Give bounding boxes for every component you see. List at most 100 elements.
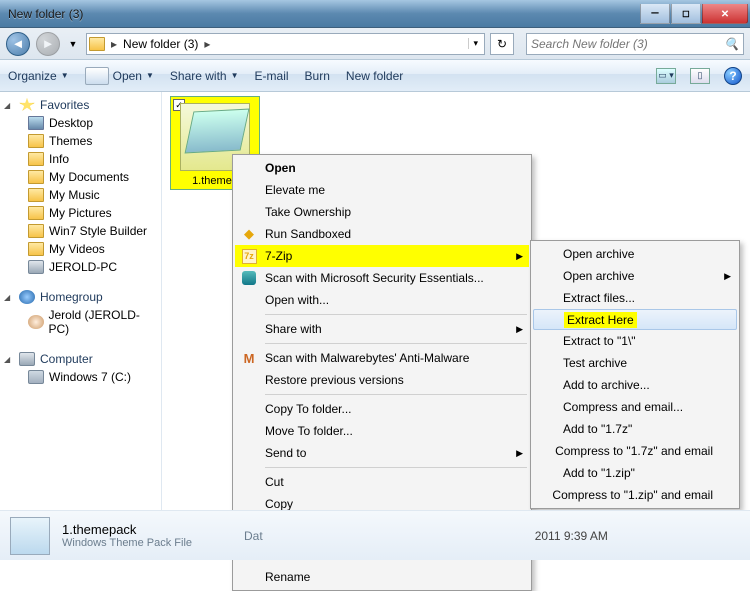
preview-pane-button[interactable]: ▯ bbox=[690, 68, 710, 84]
history-dropdown[interactable]: ▼ bbox=[66, 35, 80, 53]
menu-item[interactable]: Restore previous versions bbox=[235, 369, 529, 391]
menu-icon bbox=[237, 445, 261, 461]
folder-icon bbox=[28, 188, 44, 202]
menu-item[interactable]: Elevate me bbox=[235, 179, 529, 201]
sidebar-item-label: Themes bbox=[49, 134, 92, 148]
menu-label: Scan with Microsoft Security Essentials.… bbox=[265, 271, 484, 285]
menu-icon bbox=[237, 474, 261, 490]
menu-item[interactable]: ◆Run Sandboxed bbox=[235, 223, 529, 245]
menu-item[interactable]: Extract to "1\" bbox=[533, 330, 737, 352]
menu-item[interactable]: Compress and email... bbox=[533, 396, 737, 418]
sidebar-item[interactable]: My Documents bbox=[0, 168, 161, 186]
menu-icon: M bbox=[237, 350, 261, 366]
menu-item[interactable]: 7z7-Zip▶ bbox=[235, 245, 529, 267]
maximize-button[interactable]: ☐ bbox=[671, 4, 701, 24]
breadcrumb-sep: ▸ bbox=[109, 37, 119, 51]
sidebar-item[interactable]: My Videos bbox=[0, 240, 161, 258]
folder-icon bbox=[28, 260, 44, 274]
menu-item[interactable]: Cut bbox=[235, 471, 529, 493]
email-button[interactable]: E-mail bbox=[255, 69, 289, 83]
menu-icon bbox=[535, 290, 559, 306]
sidebar-item[interactable]: Info bbox=[0, 150, 161, 168]
sidebar-item[interactable]: Jerold (JEROLD-PC) bbox=[0, 306, 161, 338]
menu-label: Copy bbox=[265, 497, 293, 511]
sidebar-homegroup[interactable]: ◢Homegroup bbox=[0, 288, 161, 306]
folder-icon bbox=[28, 116, 44, 130]
sidebar-item-label: My Videos bbox=[49, 242, 105, 256]
menu-item[interactable]: Open bbox=[235, 157, 529, 179]
command-bar: Organize ▼ Open ▼ Share with ▼ E-mail Bu… bbox=[0, 60, 750, 92]
submenu-arrow-icon: ▶ bbox=[516, 251, 523, 262]
details-thumbnail bbox=[10, 517, 50, 555]
menu-item[interactable]: Rename bbox=[235, 566, 529, 588]
menu-label: Compress to "1.zip" and email bbox=[552, 488, 713, 502]
menu-icon bbox=[237, 292, 261, 308]
burn-button[interactable]: Burn bbox=[305, 69, 330, 83]
menu-item[interactable]: Move To folder... bbox=[235, 420, 529, 442]
view-button[interactable]: ▭ ▾ bbox=[656, 68, 676, 84]
menu-item[interactable]: Open archive▶ bbox=[533, 265, 737, 287]
menu-item[interactable]: Extract files... bbox=[533, 287, 737, 309]
sidebar-item[interactable]: Themes bbox=[0, 132, 161, 150]
menu-item[interactable]: Copy To folder... bbox=[235, 398, 529, 420]
open-button[interactable]: Open ▼ bbox=[85, 67, 154, 85]
close-button[interactable]: ✕ bbox=[702, 4, 748, 24]
share-button[interactable]: Share with ▼ bbox=[170, 69, 239, 83]
menu-item[interactable]: Compress to "1.zip" and email bbox=[533, 484, 737, 506]
folder-icon bbox=[28, 206, 44, 220]
details-filename: 1.themepack bbox=[62, 522, 192, 537]
address-bar: ◄ ► ▼ ▸ New folder (3) ▸ ▾ ↻ 🔍 bbox=[0, 28, 750, 60]
menu-icon: ◆ bbox=[237, 226, 261, 242]
sidebar-item[interactable]: My Music bbox=[0, 186, 161, 204]
menu-label: Rename bbox=[265, 570, 310, 584]
sidebar-item[interactable]: JEROLD-PC bbox=[0, 258, 161, 276]
sidebar-item[interactable]: Desktop bbox=[0, 114, 161, 132]
menu-item[interactable]: Open archive bbox=[533, 243, 737, 265]
breadcrumb-bar[interactable]: ▸ New folder (3) ▸ ▾ bbox=[86, 33, 485, 55]
menu-item[interactable]: MScan with Malwarebytes' Anti-Malware bbox=[235, 347, 529, 369]
menu-item[interactable]: Extract Here bbox=[533, 309, 737, 330]
menu-item[interactable]: Take Ownership bbox=[235, 201, 529, 223]
menu-icon bbox=[237, 401, 261, 417]
open-icon bbox=[85, 67, 109, 85]
minimize-button[interactable]: — bbox=[640, 4, 670, 24]
new-folder-button[interactable]: New folder bbox=[346, 69, 403, 83]
menu-label: Open with... bbox=[265, 293, 329, 307]
submenu-arrow-icon: ▶ bbox=[516, 448, 523, 459]
menu-item[interactable]: Send to▶ bbox=[235, 442, 529, 464]
forward-button[interactable]: ► bbox=[36, 32, 60, 56]
menu-item[interactable]: Add to "1.7z" bbox=[533, 418, 737, 440]
sidebar-item[interactable]: My Pictures bbox=[0, 204, 161, 222]
window-title: New folder (3) bbox=[8, 7, 639, 21]
menu-label: Elevate me bbox=[265, 183, 325, 197]
menu-item[interactable]: Open with... bbox=[235, 289, 529, 311]
menu-item[interactable]: Scan with Microsoft Security Essentials.… bbox=[235, 267, 529, 289]
menu-item[interactable]: Test archive bbox=[533, 352, 737, 374]
menu-label: Extract files... bbox=[563, 291, 635, 305]
submenu-arrow-icon: ▶ bbox=[516, 324, 523, 335]
back-button[interactable]: ◄ bbox=[6, 32, 30, 56]
menu-icon bbox=[535, 355, 559, 371]
refresh-button[interactable]: ↻ bbox=[490, 33, 514, 55]
folder-icon bbox=[89, 37, 105, 51]
context-submenu-7zip: Open archiveOpen archive▶ Extract files..… bbox=[530, 240, 740, 509]
breadcrumb-current[interactable]: New folder (3) bbox=[119, 37, 202, 51]
sidebar-favorites[interactable]: ◢Favorites bbox=[0, 96, 161, 114]
menu-label: Move To folder... bbox=[265, 424, 353, 438]
organize-button[interactable]: Organize ▼ bbox=[8, 69, 69, 83]
folder-icon bbox=[28, 242, 44, 256]
search-box[interactable]: 🔍 bbox=[526, 33, 744, 55]
menu-icon bbox=[535, 377, 559, 393]
address-dropdown[interactable]: ▾ bbox=[468, 38, 482, 49]
sidebar-item[interactable]: Win7 Style Builder bbox=[0, 222, 161, 240]
sidebar-item[interactable]: Windows 7 (C:) bbox=[0, 368, 161, 386]
menu-item[interactable]: Compress to "1.7z" and email bbox=[533, 440, 737, 462]
menu-item[interactable]: Add to archive... bbox=[533, 374, 737, 396]
help-button[interactable]: ? bbox=[724, 67, 742, 85]
menu-item[interactable]: Share with▶ bbox=[235, 318, 529, 340]
sidebar-computer[interactable]: ◢Computer bbox=[0, 350, 161, 368]
search-input[interactable] bbox=[531, 37, 724, 51]
menu-item[interactable]: Add to "1.zip" bbox=[533, 462, 737, 484]
menu-icon bbox=[535, 487, 548, 503]
menu-label: Compress to "1.7z" and email bbox=[555, 444, 713, 458]
